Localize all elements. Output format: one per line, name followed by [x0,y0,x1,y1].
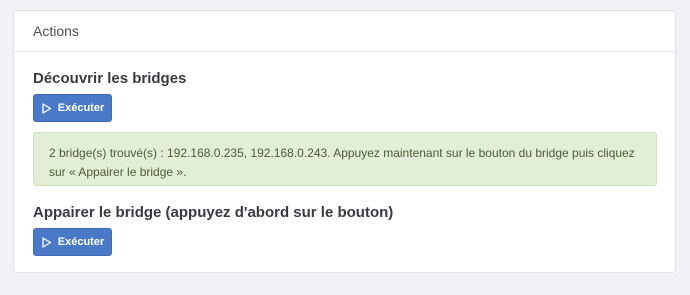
play-icon [42,102,51,114]
discover-execute-label: Exécuter [57,102,105,114]
pair-bridge-title: Appairer le bridge (appuyez d'abord sur … [33,204,394,221]
discover-execute-button[interactable]: Exécuter [33,94,112,122]
panel-title: Actions [33,23,79,39]
discover-bridges-title: Découvrir les bridges [33,70,187,87]
pair-execute-label: Exécuter [57,236,105,248]
bridges-found-message: 2 bridge(s) trouvé(s) : 192.168.0.235, 1… [49,146,635,179]
panel-header: Actions [14,11,675,52]
pair-execute-button[interactable]: Exécuter [33,228,112,256]
actions-panel: Actions Découvrir les bridges Exécuter 2… [13,10,676,273]
play-icon [42,236,51,248]
bridges-found-alert: 2 bridge(s) trouvé(s) : 192.168.0.235, 1… [33,132,657,186]
